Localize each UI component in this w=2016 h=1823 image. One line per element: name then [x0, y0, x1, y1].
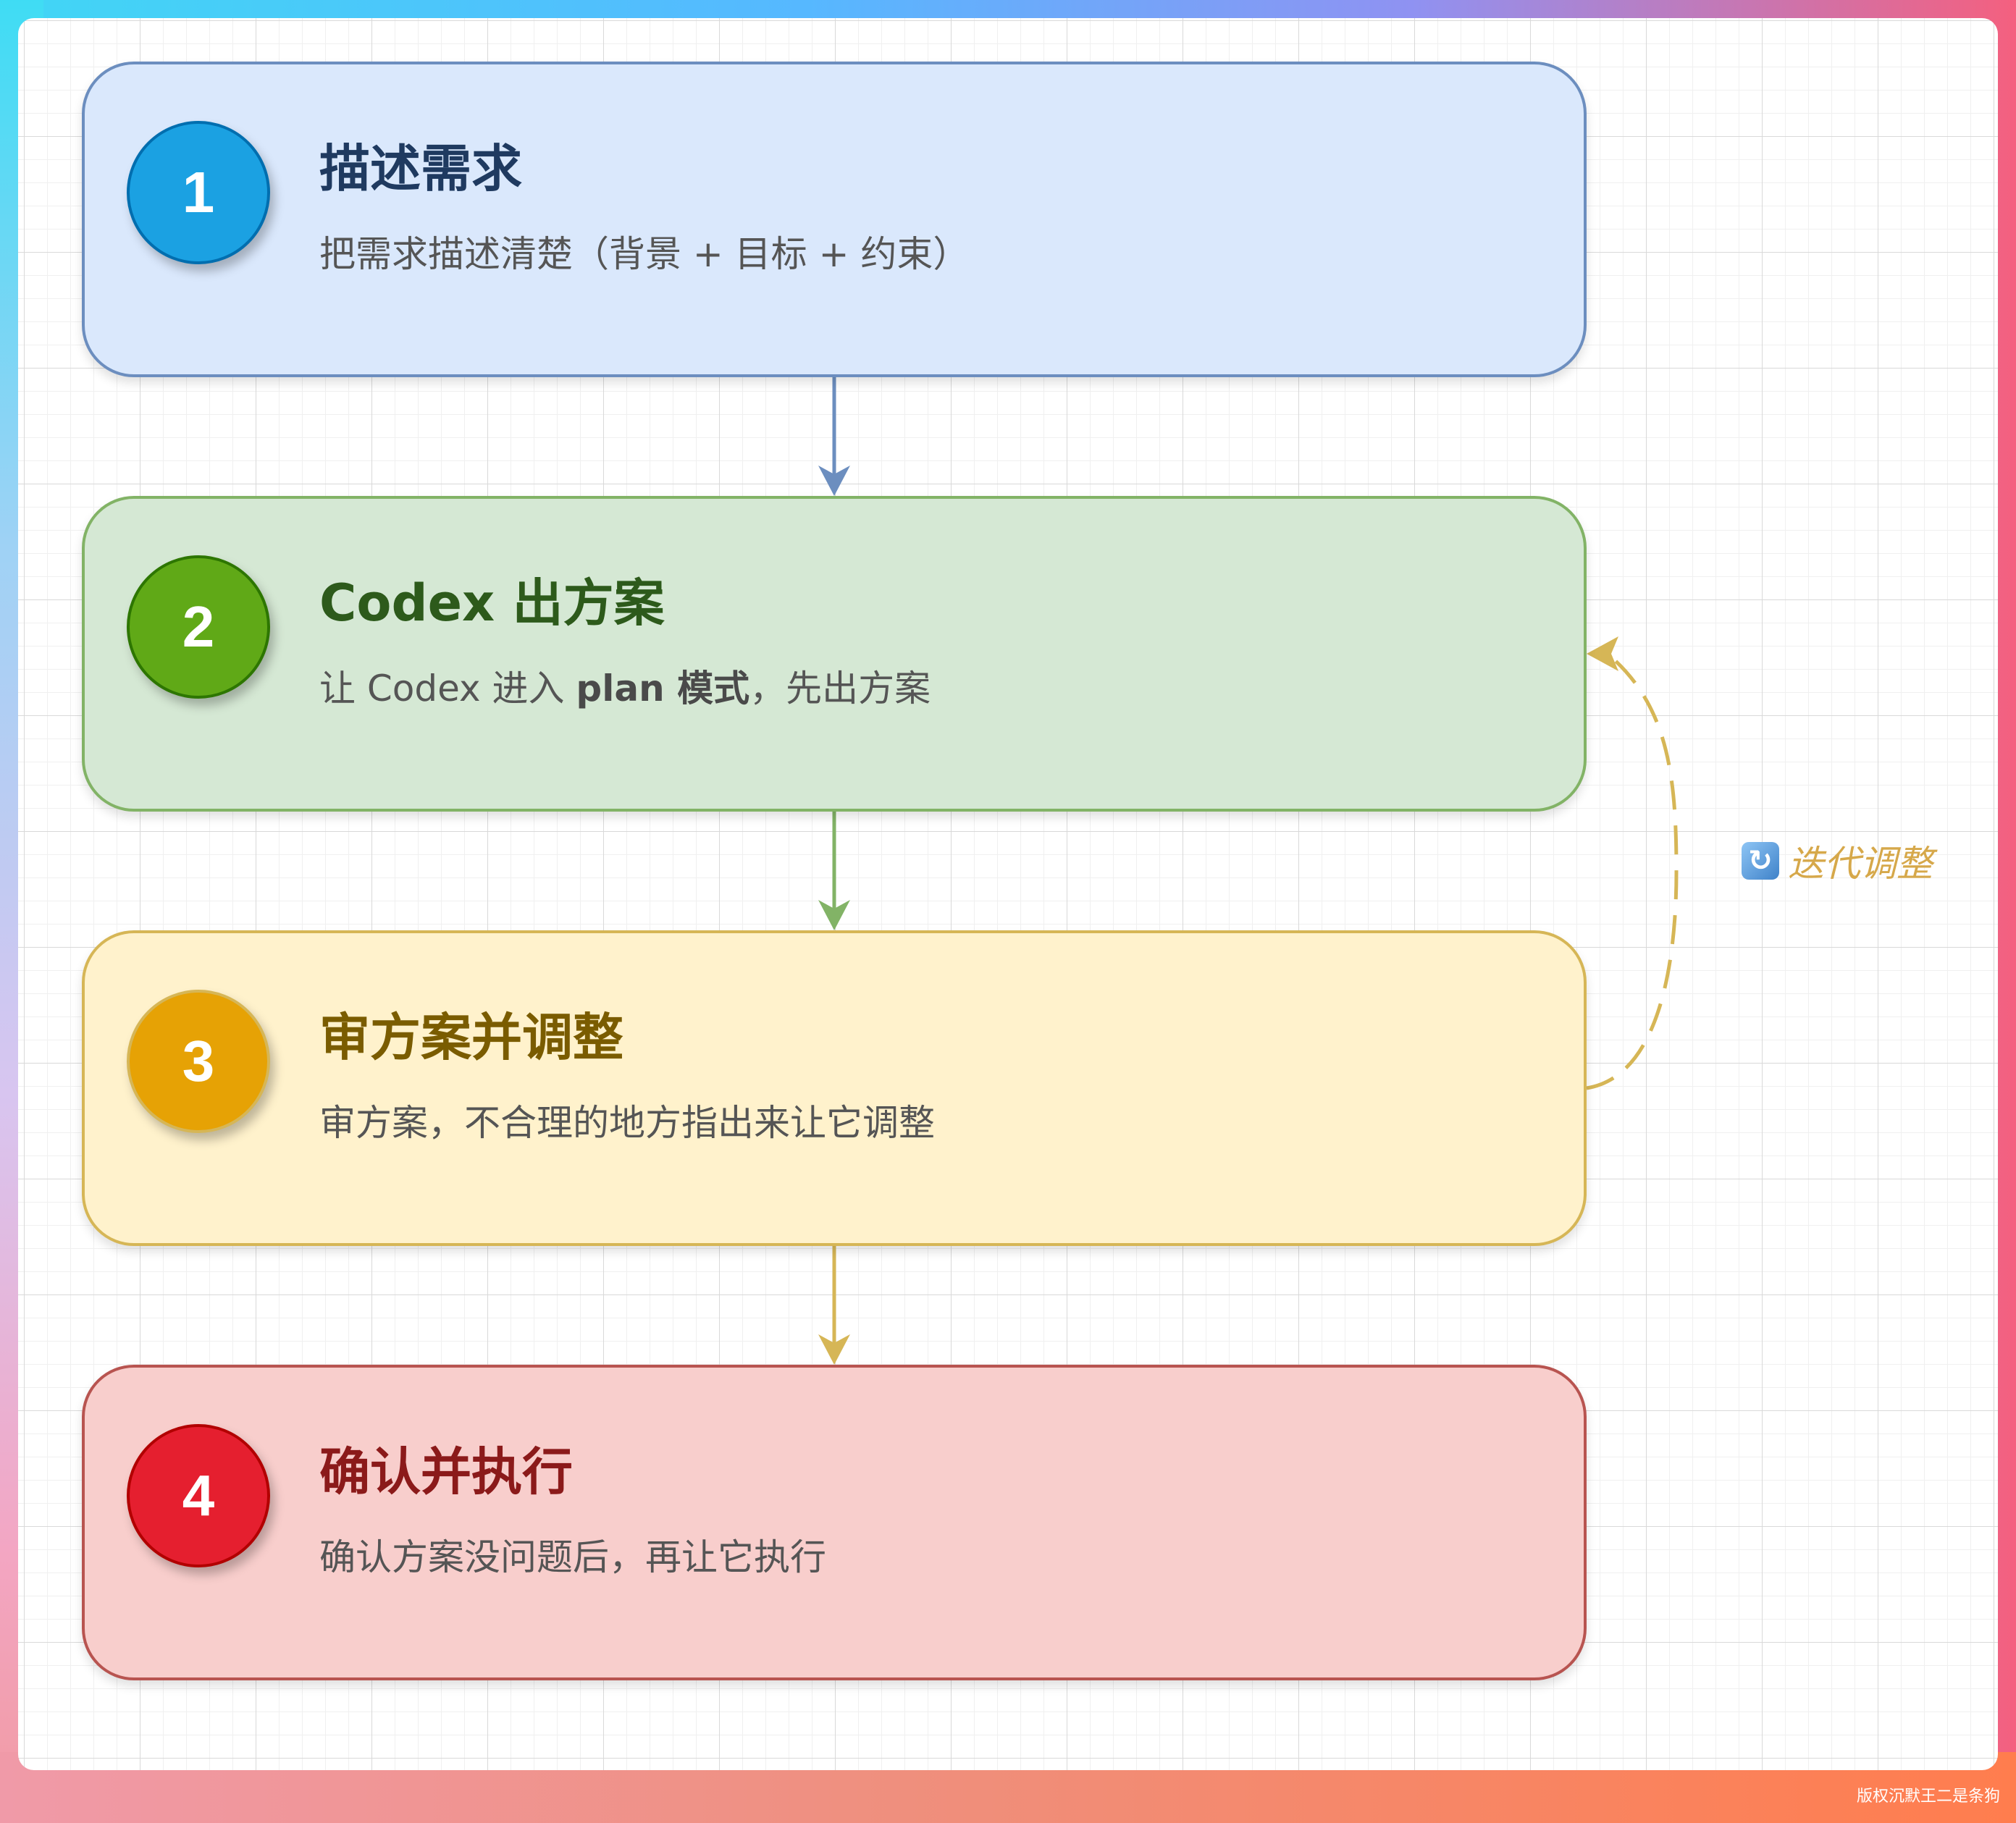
step-2-desc-prefix: 让 Codex 进入	[319, 668, 576, 710]
step-1-number-badge: 1	[127, 121, 270, 264]
arrow-step3-to-step4	[818, 1246, 850, 1365]
arrow-step2-to-step3	[818, 812, 850, 930]
step-2-description: 让 Codex 进入 plan 模式，先出方案	[319, 660, 931, 712]
step-2-number-badge: 2	[127, 555, 270, 699]
step-3-description: 审方案，不合理的地方指出来让它调整	[319, 1102, 935, 1144]
step-1-title: 描述需求	[319, 139, 522, 198]
step-3-card: 3 审方案并调整 审方案，不合理的地方指出来让它调整	[82, 930, 1587, 1246]
step-4-card: 4 确认并执行 确认方案没问题后，再让它执行	[82, 1365, 1587, 1680]
step-2-card: 2 Codex 出方案 让 Codex 进入 plan 模式，先出方案	[82, 496, 1587, 812]
diagram-canvas: 1 描述需求 把需求描述清楚（背景 + 目标 + 约束） 2 Codex 出方案…	[18, 18, 1998, 1770]
arrow-loop-step3-to-step2	[1586, 636, 1679, 1090]
loop-label: ↻ 迭代调整	[1742, 835, 1933, 887]
step-4-description: 确认方案没问题后，再让它执行	[319, 1536, 826, 1578]
arrow-step1-to-step2	[818, 377, 850, 496]
step-2-desc-bold: plan 模式	[576, 668, 750, 710]
step-1-description: 把需求描述清楚（背景 + 目标 + 约束）	[319, 233, 970, 275]
step-3-title: 审方案并调整	[319, 1008, 623, 1067]
step-3-number-badge: 3	[127, 990, 270, 1133]
refresh-icon: ↻	[1742, 842, 1779, 880]
step-2-title: Codex 出方案	[319, 573, 665, 633]
step-1-card: 1 描述需求 把需求描述清楚（背景 + 目标 + 约束）	[82, 62, 1587, 377]
step-2-desc-suffix: ，先出方案	[749, 668, 931, 710]
step-4-number-badge: 4	[127, 1424, 270, 1567]
step-4-title: 确认并执行	[319, 1442, 573, 1502]
loop-label-text: 迭代调整	[1788, 843, 1933, 885]
watermark: 版权沉默王二是条狗	[1856, 1788, 2000, 1806]
